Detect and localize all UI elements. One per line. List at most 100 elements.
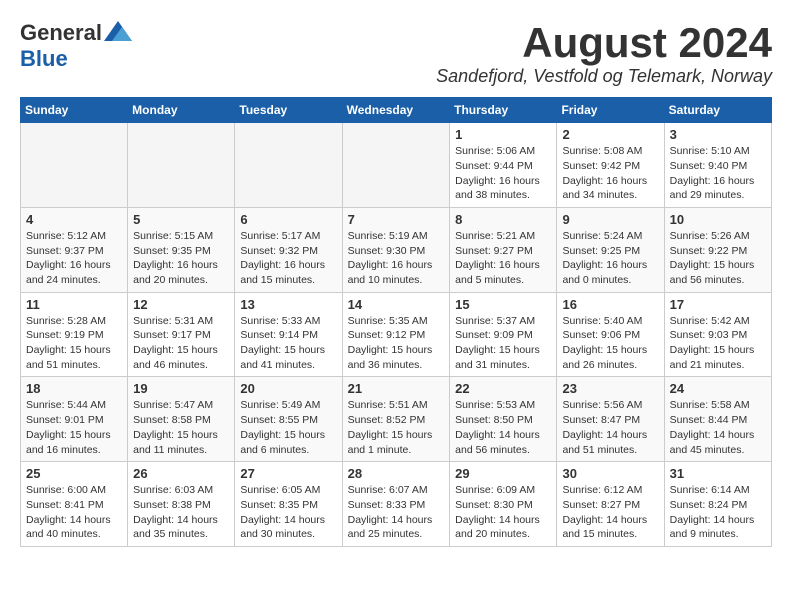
day-info: Sunrise: 5:33 AMSunset: 9:14 PMDaylight:… xyxy=(240,314,336,373)
day-info: Sunrise: 5:53 AMSunset: 8:50 PMDaylight:… xyxy=(455,398,551,457)
day-number: 28 xyxy=(348,466,445,481)
calendar-cell: 31Sunrise: 6:14 AMSunset: 8:24 PMDayligh… xyxy=(664,462,771,547)
location-subtitle: Sandefjord, Vestfold og Telemark, Norway xyxy=(436,66,772,87)
day-number: 3 xyxy=(670,127,766,142)
calendar-cell: 1 Sunrise: 5:06 AMSunset: 9:44 PMDaylight… xyxy=(450,123,557,208)
calendar-cell: 2 Sunrise: 5:08 AMSunset: 9:42 PMDaylight… xyxy=(557,123,664,208)
day-number: 14 xyxy=(348,297,445,312)
day-info: Sunrise: 5:15 AMSunset: 9:35 PMDaylight:… xyxy=(133,229,229,288)
day-info: Sunrise: 6:14 AMSunset: 8:24 PMDaylight:… xyxy=(670,483,766,542)
weekday-header-tuesday: Tuesday xyxy=(235,98,342,123)
day-number: 22 xyxy=(455,381,551,396)
day-info: Sunrise: 5:21 AMSunset: 9:27 PMDaylight:… xyxy=(455,229,551,288)
day-info: Sunrise: 5:51 AMSunset: 8:52 PMDaylight:… xyxy=(348,398,445,457)
weekday-header-wednesday: Wednesday xyxy=(342,98,450,123)
calendar-cell: 29 Sunrise: 6:09 AMSunset: 8:30 PMDayligh… xyxy=(450,462,557,547)
day-info: Sunrise: 5:24 AMSunset: 9:25 PMDaylight:… xyxy=(562,229,658,288)
day-info: Sunrise: 6:00 AMSunset: 8:41 PMDaylight:… xyxy=(26,483,122,542)
calendar-cell: 20Sunrise: 5:49 AMSunset: 8:55 PMDayligh… xyxy=(235,377,342,462)
day-number: 11 xyxy=(26,297,122,312)
day-info: Sunrise: 5:47 AMSunset: 8:58 PMDaylight:… xyxy=(133,398,229,457)
day-number: 10 xyxy=(670,212,766,227)
day-info: Sunrise: 5:10 AMSunset: 9:40 PMDaylight:… xyxy=(670,144,766,203)
day-number: 12 xyxy=(133,297,229,312)
day-info: Sunrise: 5:06 AMSunset: 9:44 PMDaylight:… xyxy=(455,144,551,203)
day-number: 4 xyxy=(26,212,122,227)
calendar-cell: 28 Sunrise: 6:07 AMSunset: 8:33 PMDayligh… xyxy=(342,462,450,547)
calendar-cell: 24 Sunrise: 5:58 AMSunset: 8:44 PMDayligh… xyxy=(664,377,771,462)
calendar-cell: 13 Sunrise: 5:33 AMSunset: 9:14 PMDayligh… xyxy=(235,292,342,377)
day-number: 7 xyxy=(348,212,445,227)
calendar-cell xyxy=(342,123,450,208)
calendar-cell: 9 Sunrise: 5:24 AMSunset: 9:25 PMDaylight… xyxy=(557,207,664,292)
weekday-header-saturday: Saturday xyxy=(664,98,771,123)
calendar-cell: 16 Sunrise: 5:40 AMSunset: 9:06 PMDayligh… xyxy=(557,292,664,377)
day-number: 16 xyxy=(562,297,658,312)
day-info: Sunrise: 5:31 AMSunset: 9:17 PMDaylight:… xyxy=(133,314,229,373)
day-number: 19 xyxy=(133,381,229,396)
day-info: Sunrise: 5:08 AMSunset: 9:42 PMDaylight:… xyxy=(562,144,658,203)
day-info: Sunrise: 6:05 AMSunset: 8:35 PMDaylight:… xyxy=(240,483,336,542)
day-info: Sunrise: 5:44 AMSunset: 9:01 PMDaylight:… xyxy=(26,398,122,457)
day-number: 5 xyxy=(133,212,229,227)
calendar-cell: 8Sunrise: 5:21 AMSunset: 9:27 PMDaylight… xyxy=(450,207,557,292)
day-number: 9 xyxy=(562,212,658,227)
calendar-cell: 15Sunrise: 5:37 AMSunset: 9:09 PMDayligh… xyxy=(450,292,557,377)
calendar-cell: 12 Sunrise: 5:31 AMSunset: 9:17 PMDayligh… xyxy=(128,292,235,377)
calendar-cell: 23 Sunrise: 5:56 AMSunset: 8:47 PMDayligh… xyxy=(557,377,664,462)
calendar-week-row: 1 Sunrise: 5:06 AMSunset: 9:44 PMDaylight… xyxy=(21,123,772,208)
page-header: General Blue August 2024 Sandefjord, Ves… xyxy=(20,20,772,87)
calendar-week-row: 18Sunrise: 5:44 AMSunset: 9:01 PMDayligh… xyxy=(21,377,772,462)
calendar-cell: 27 Sunrise: 6:05 AMSunset: 8:35 PMDayligh… xyxy=(235,462,342,547)
day-info: Sunrise: 5:26 AMSunset: 9:22 PMDaylight:… xyxy=(670,229,766,288)
day-number: 6 xyxy=(240,212,336,227)
calendar-cell: 19 Sunrise: 5:47 AMSunset: 8:58 PMDayligh… xyxy=(128,377,235,462)
day-info: Sunrise: 5:17 AMSunset: 9:32 PMDaylight:… xyxy=(240,229,336,288)
day-number: 1 xyxy=(455,127,551,142)
day-number: 25 xyxy=(26,466,122,481)
day-number: 29 xyxy=(455,466,551,481)
day-number: 24 xyxy=(670,381,766,396)
calendar-cell xyxy=(128,123,235,208)
day-number: 13 xyxy=(240,297,336,312)
logo-icon xyxy=(104,21,132,41)
day-info: Sunrise: 5:56 AMSunset: 8:47 PMDaylight:… xyxy=(562,398,658,457)
day-info: Sunrise: 5:58 AMSunset: 8:44 PMDaylight:… xyxy=(670,398,766,457)
weekday-header-friday: Friday xyxy=(557,98,664,123)
weekday-header-thursday: Thursday xyxy=(450,98,557,123)
calendar-cell: 4 Sunrise: 5:12 AMSunset: 9:37 PMDaylight… xyxy=(21,207,128,292)
calendar-table: SundayMondayTuesdayWednesdayThursdayFrid… xyxy=(20,97,772,547)
calendar-week-row: 25 Sunrise: 6:00 AMSunset: 8:41 PMDayligh… xyxy=(21,462,772,547)
calendar-cell xyxy=(21,123,128,208)
calendar-cell: 17 Sunrise: 5:42 AMSunset: 9:03 PMDayligh… xyxy=(664,292,771,377)
calendar-cell: 11Sunrise: 5:28 AMSunset: 9:19 PMDayligh… xyxy=(21,292,128,377)
calendar-cell: 26 Sunrise: 6:03 AMSunset: 8:38 PMDayligh… xyxy=(128,462,235,547)
day-info: Sunrise: 5:42 AMSunset: 9:03 PMDaylight:… xyxy=(670,314,766,373)
day-number: 30 xyxy=(562,466,658,481)
weekday-header-row: SundayMondayTuesdayWednesdayThursdayFrid… xyxy=(21,98,772,123)
day-number: 21 xyxy=(348,381,445,396)
day-number: 23 xyxy=(562,381,658,396)
day-info: Sunrise: 6:03 AMSunset: 8:38 PMDaylight:… xyxy=(133,483,229,542)
calendar-cell: 30Sunrise: 6:12 AMSunset: 8:27 PMDayligh… xyxy=(557,462,664,547)
day-number: 26 xyxy=(133,466,229,481)
weekday-header-monday: Monday xyxy=(128,98,235,123)
day-info: Sunrise: 6:07 AMSunset: 8:33 PMDaylight:… xyxy=(348,483,445,542)
calendar-week-row: 11Sunrise: 5:28 AMSunset: 9:19 PMDayligh… xyxy=(21,292,772,377)
calendar-cell xyxy=(235,123,342,208)
day-info: Sunrise: 5:12 AMSunset: 9:37 PMDaylight:… xyxy=(26,229,122,288)
day-number: 2 xyxy=(562,127,658,142)
day-info: Sunrise: 5:40 AMSunset: 9:06 PMDaylight:… xyxy=(562,314,658,373)
calendar-cell: 25 Sunrise: 6:00 AMSunset: 8:41 PMDayligh… xyxy=(21,462,128,547)
day-number: 27 xyxy=(240,466,336,481)
day-info: Sunrise: 5:49 AMSunset: 8:55 PMDaylight:… xyxy=(240,398,336,457)
calendar-cell: 10 Sunrise: 5:26 AMSunset: 9:22 PMDayligh… xyxy=(664,207,771,292)
calendar-cell: 7Sunrise: 5:19 AMSunset: 9:30 PMDaylight… xyxy=(342,207,450,292)
weekday-header-sunday: Sunday xyxy=(21,98,128,123)
logo-general: General xyxy=(20,20,102,46)
day-info: Sunrise: 6:09 AMSunset: 8:30 PMDaylight:… xyxy=(455,483,551,542)
day-number: 17 xyxy=(670,297,766,312)
title-section: August 2024 Sandefjord, Vestfold og Tele… xyxy=(436,20,772,87)
day-number: 15 xyxy=(455,297,551,312)
calendar-cell: 3 Sunrise: 5:10 AMSunset: 9:40 PMDaylight… xyxy=(664,123,771,208)
